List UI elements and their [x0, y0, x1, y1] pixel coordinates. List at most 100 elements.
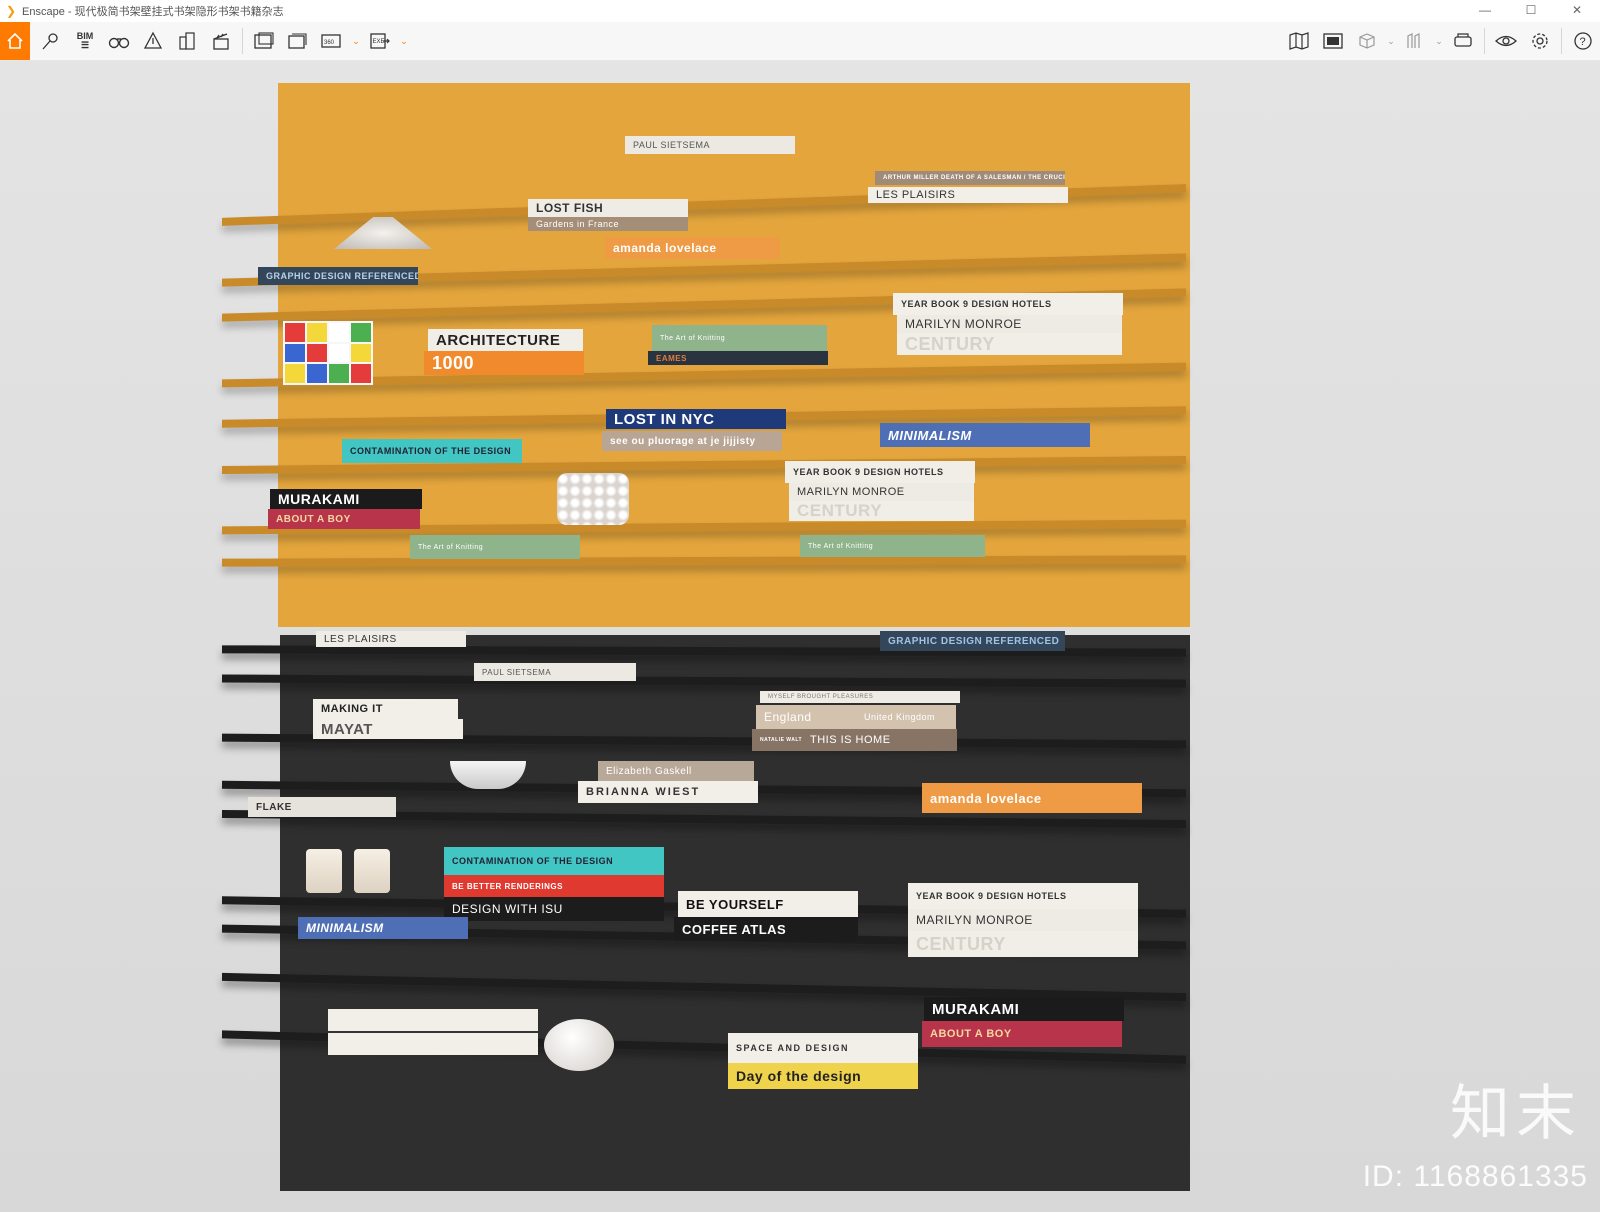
book: 1000 [424, 351, 584, 375]
toolbar-separator [1561, 28, 1562, 54]
book: CENTURY [908, 931, 1138, 957]
svg-text:EXE: EXE [373, 39, 385, 45]
book: MAKING IT [313, 699, 458, 719]
book: The Art of Knitting [800, 535, 985, 557]
vr-headset-icon[interactable] [1446, 24, 1480, 58]
book: MARILYN MONROE [897, 315, 1122, 333]
binoculars-icon[interactable] [102, 24, 136, 58]
enscape-logo-icon: ❯ [5, 4, 17, 18]
book: England [756, 705, 856, 729]
book: CONTAMINATION OF THE DESIGN [342, 439, 522, 463]
close-button[interactable]: ✕ [1554, 0, 1600, 22]
book: LES PLAISIRS [316, 631, 466, 647]
book: MURAKAMI [924, 997, 1124, 1021]
book: YEAR BOOK 9 DESIGN HOTELS [908, 883, 1138, 909]
chevron-down-icon[interactable]: ⌄ [1384, 24, 1398, 58]
book: YEAR BOOK 9 DESIGN HOTELS [785, 461, 975, 483]
book: DESIGN WITH ISU [444, 897, 664, 921]
book: ARCHITECTURE [428, 329, 583, 351]
bim-icon[interactable]: BIM ☰ [68, 24, 102, 58]
panorama-360-icon[interactable]: 360 [315, 24, 349, 58]
asset-library-icon[interactable] [1316, 24, 1350, 58]
help-icon[interactable]: ? [1566, 24, 1600, 58]
book: GRAPHIC DESIGN REFERENCED [258, 267, 418, 285]
export-exe-icon[interactable]: EXE [363, 24, 397, 58]
clapperboard-icon[interactable] [204, 24, 238, 58]
book: The Art of Knitting [410, 535, 580, 559]
material-icon[interactable] [1398, 24, 1432, 58]
book: Elizabeth Gaskell [598, 761, 754, 781]
candle-jar-decor [306, 849, 342, 893]
book: BE YOURSELF [678, 891, 858, 917]
toolbar-right-group: ⌄ ⌄ ? [1282, 22, 1600, 60]
location-pin-icon[interactable] [34, 24, 68, 58]
book: MARILYN MONROE [908, 909, 1138, 931]
rubiks-cube-decor [283, 321, 373, 385]
home-icon[interactable] [0, 22, 30, 60]
book: COFFEE ATLAS [674, 917, 858, 941]
white-ceramic-vase-decor [544, 1019, 614, 1071]
window-controls: — ☐ ✕ [1462, 0, 1600, 22]
batch-render-icon[interactable] [281, 24, 315, 58]
image-id-label: ID: 1168861335 [1362, 1160, 1588, 1193]
candle-jar-decor [354, 849, 390, 893]
book: Gardens in France [528, 217, 688, 231]
book: MINIMALISM [298, 917, 468, 939]
book: BRIANNA WIEST [578, 781, 758, 803]
book: CENTURY [897, 333, 1122, 355]
book: CONTAMINATION OF THE DESIGN [444, 847, 664, 875]
book: MINIMALISM [880, 423, 1090, 447]
book: CENTURY [789, 501, 974, 521]
svg-text:?: ? [1580, 36, 1586, 48]
book: GRAPHIC DESIGN REFERENCED [880, 631, 1065, 651]
toolbar-separator [242, 28, 243, 54]
maximize-button[interactable]: ☐ [1508, 0, 1554, 22]
cube-icon[interactable] [1350, 24, 1384, 58]
book: MAYAT [313, 719, 463, 739]
book: FLAKE [248, 797, 396, 817]
chevron-down-icon[interactable]: ⌄ [397, 24, 411, 58]
render-viewport[interactable]: PAUL SIETSEMA ARTHUR MILLER DEATH OF A S… [0, 61, 1600, 1212]
book: MYSELF BROUGHT PLEASURES [760, 691, 960, 703]
book: SPACE AND DESIGN [728, 1033, 918, 1063]
book: NATALIE WALTON [752, 729, 802, 751]
book: MARILYN MONROE [789, 483, 974, 501]
bim-label: BIM [76, 31, 94, 41]
book: PAUL SIETSEMA [474, 663, 636, 681]
book: ABOUT A BOY [922, 1021, 1122, 1047]
minimize-button[interactable]: — [1462, 0, 1508, 22]
book: THIS IS HOME [802, 729, 957, 751]
book: LOST FISH [528, 199, 688, 217]
book: ABOUT A BOY [268, 509, 420, 529]
brand-watermark: 知末 [1450, 1079, 1582, 1149]
book: LES PLAISIRS [868, 187, 1068, 203]
book: The Art of Knitting [652, 325, 827, 351]
svg-text:360: 360 [324, 40, 335, 46]
enscape-toolbar: BIM ☰ 360 ⌄ EXE ⌄ ⌄ ⌄ ? [0, 22, 1600, 80]
book: EAMES [648, 351, 828, 365]
screenshot-icon[interactable] [247, 24, 281, 58]
book: amanda lovelace [605, 237, 780, 259]
chevron-down-icon[interactable]: ⌄ [1432, 24, 1446, 58]
toolbar-separator [1484, 28, 1485, 54]
book: see ou pluorage at je jijjisty [602, 431, 782, 451]
eye-icon[interactable] [1489, 24, 1523, 58]
book: amanda lovelace [922, 783, 1142, 813]
book: Day of the design [728, 1063, 918, 1089]
buildings-icon[interactable] [170, 24, 204, 58]
book: LOST IN NYC [606, 409, 786, 429]
book: YEAR BOOK 9 DESIGN HOTELS [893, 293, 1123, 315]
warning-cone-icon[interactable] [136, 24, 170, 58]
book: BE BETTER RENDERINGS [444, 875, 664, 897]
book: ARTHUR MILLER DEATH OF A SALESMAN / THE … [875, 171, 1065, 185]
chevron-down-icon[interactable]: ⌄ [349, 24, 363, 58]
book: PAUL SIETSEMA [625, 136, 795, 154]
map-icon[interactable] [1282, 24, 1316, 58]
bubble-vase-decor [557, 473, 629, 525]
settings-icon[interactable] [1523, 24, 1557, 58]
stacked-books-pile [328, 1009, 538, 1055]
title-bar: ❯ Enscape - 现代极简书架壁挂式书架隐形书架书籍杂志 — ☐ ✕ [0, 0, 1600, 22]
window-title: Enscape - 现代极简书架壁挂式书架隐形书架书籍杂志 [22, 6, 284, 18]
book: United Kingdom [856, 705, 956, 729]
book: MURAKAMI [270, 489, 422, 509]
